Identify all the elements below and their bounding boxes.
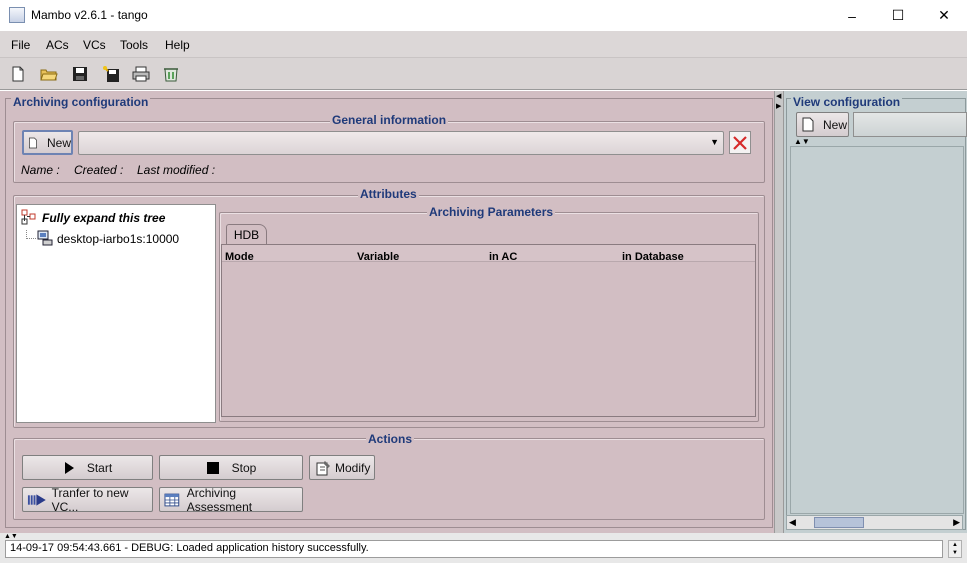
scroll-down-icon[interactable]: ▼ xyxy=(952,550,958,556)
menu-file[interactable]: File xyxy=(11,38,30,52)
minimize-button[interactable]: – xyxy=(829,0,875,31)
transfer-to-new-vc-button[interactable]: Tranfer to new VC... xyxy=(22,485,153,514)
vc-tree-area[interactable] xyxy=(790,146,964,514)
toolbar xyxy=(0,58,967,90)
attribute-tree[interactable]: Fully expand this tree desktop-iarbo1s:1… xyxy=(16,204,216,423)
last-modified-label: Last modified : xyxy=(137,163,216,177)
new-file-icon xyxy=(29,137,37,148)
column-header-in-ac[interactable]: in AC xyxy=(489,251,517,263)
stop-button[interactable]: Stop xyxy=(159,455,303,480)
new-file-icon[interactable] xyxy=(9,65,27,83)
close-icon xyxy=(733,135,747,150)
close-icon: ✕ xyxy=(938,7,950,23)
transfer-arrow-icon xyxy=(27,493,46,506)
play-icon xyxy=(64,461,74,474)
archiving-assessment-button[interactable]: Archiving Assessment xyxy=(159,485,303,514)
open-folder-icon[interactable] xyxy=(40,65,58,83)
new-file-icon xyxy=(802,117,814,132)
trash-icon[interactable] xyxy=(162,65,180,83)
status-scroll-buttons[interactable]: ▲ ▼ xyxy=(948,540,962,558)
java-app-icon xyxy=(9,7,25,23)
menu-bar: File ACs VCs Tools Help xyxy=(0,31,967,58)
view-configuration-title: View configuration xyxy=(791,95,903,109)
actions-title: Actions xyxy=(366,432,415,446)
new-vc-label: New xyxy=(823,117,848,132)
stop-icon xyxy=(206,461,219,474)
maximize-button[interactable]: ☐ xyxy=(875,0,921,31)
new-ac-button[interactable]: New xyxy=(22,130,73,155)
stop-label: Stop xyxy=(231,460,257,475)
modify-label: Modify xyxy=(335,460,371,475)
delete-ac-button[interactable] xyxy=(729,131,751,154)
status-message: 14-09-17 09:54:43.661 - DEBUG: Loaded ap… xyxy=(10,542,369,554)
status-message-field[interactable]: 14-09-17 09:54:43.661 - DEBUG: Loaded ap… xyxy=(5,540,943,558)
server-icon xyxy=(37,230,53,246)
tree-node-device[interactable]: desktop-iarbo1s:10000 xyxy=(57,232,179,246)
menu-tools[interactable]: Tools xyxy=(120,38,148,52)
expand-tree-icon[interactable] xyxy=(21,209,37,225)
scroll-left-icon[interactable]: ◀ xyxy=(789,517,796,528)
name-label: Name : xyxy=(21,163,60,177)
collapse-left-icon[interactable]: ◀ xyxy=(776,93,781,100)
menu-help[interactable]: Help xyxy=(165,38,190,52)
close-window-button[interactable]: ✕ xyxy=(921,0,967,31)
archiving-parameters-table[interactable]: Mode Variable in AC in Database xyxy=(221,244,756,417)
window-title: Mambo v2.6.1 - tango xyxy=(31,8,148,22)
scroll-right-icon[interactable]: ▶ xyxy=(953,517,960,528)
chevron-down-icon: ▼ xyxy=(710,137,719,147)
table-icon xyxy=(164,493,180,506)
attributes-title: Attributes xyxy=(358,187,419,201)
column-header-in-database[interactable]: in Database xyxy=(622,251,684,263)
ac-select-dropdown[interactable]: ▼ xyxy=(78,131,724,155)
maximize-icon: ☐ xyxy=(891,7,905,23)
scrollbar-thumb[interactable] xyxy=(814,517,864,528)
modify-button[interactable]: Modify xyxy=(309,455,375,480)
vc-select-dropdown[interactable] xyxy=(853,112,967,137)
new-vc-button[interactable]: New xyxy=(796,112,849,137)
general-information-title: General information xyxy=(330,113,449,127)
menu-vcs[interactable]: VCs xyxy=(83,38,106,52)
collapse-right-icon[interactable]: ▶ xyxy=(776,103,781,110)
title-bar: Mambo v2.6.1 - tango – ☐ ✕ xyxy=(0,0,967,31)
archiving-parameters-title: Archiving Parameters xyxy=(427,205,556,219)
save-icon[interactable] xyxy=(71,65,89,83)
menu-acs[interactable]: ACs xyxy=(46,38,69,52)
collapse-status-icon[interactable]: ▲▼ xyxy=(4,533,18,540)
tab-hdb-label: HDB xyxy=(233,228,260,242)
created-label: Created : xyxy=(74,163,124,177)
column-header-variable[interactable]: Variable xyxy=(357,251,399,263)
tree-line xyxy=(26,238,36,239)
print-icon[interactable] xyxy=(132,65,150,83)
start-button[interactable]: Start xyxy=(22,455,153,480)
start-label: Start xyxy=(86,460,113,475)
tab-hdb[interactable]: HDB xyxy=(226,224,267,245)
column-header-mode[interactable]: Mode xyxy=(225,251,254,263)
scroll-up-icon[interactable]: ▲ xyxy=(952,542,958,548)
new-ac-label: New xyxy=(46,135,71,150)
tree-root-label[interactable]: Fully expand this tree xyxy=(42,211,165,225)
collapse-up-down-icon[interactable]: ▲▼ xyxy=(794,138,810,146)
transfer-label: Tranfer to new VC... xyxy=(51,485,129,514)
horizontal-scrollbar[interactable]: ◀ ▶ xyxy=(786,515,963,530)
assessment-label: Archiving Assessment xyxy=(186,485,253,514)
save-all-icon[interactable] xyxy=(102,65,120,83)
edit-document-icon xyxy=(316,460,330,475)
split-pane-divider[interactable]: ◀ ▶ xyxy=(774,91,784,533)
archiving-configuration-title: Archiving configuration xyxy=(11,95,151,109)
minimize-icon: – xyxy=(848,7,856,24)
